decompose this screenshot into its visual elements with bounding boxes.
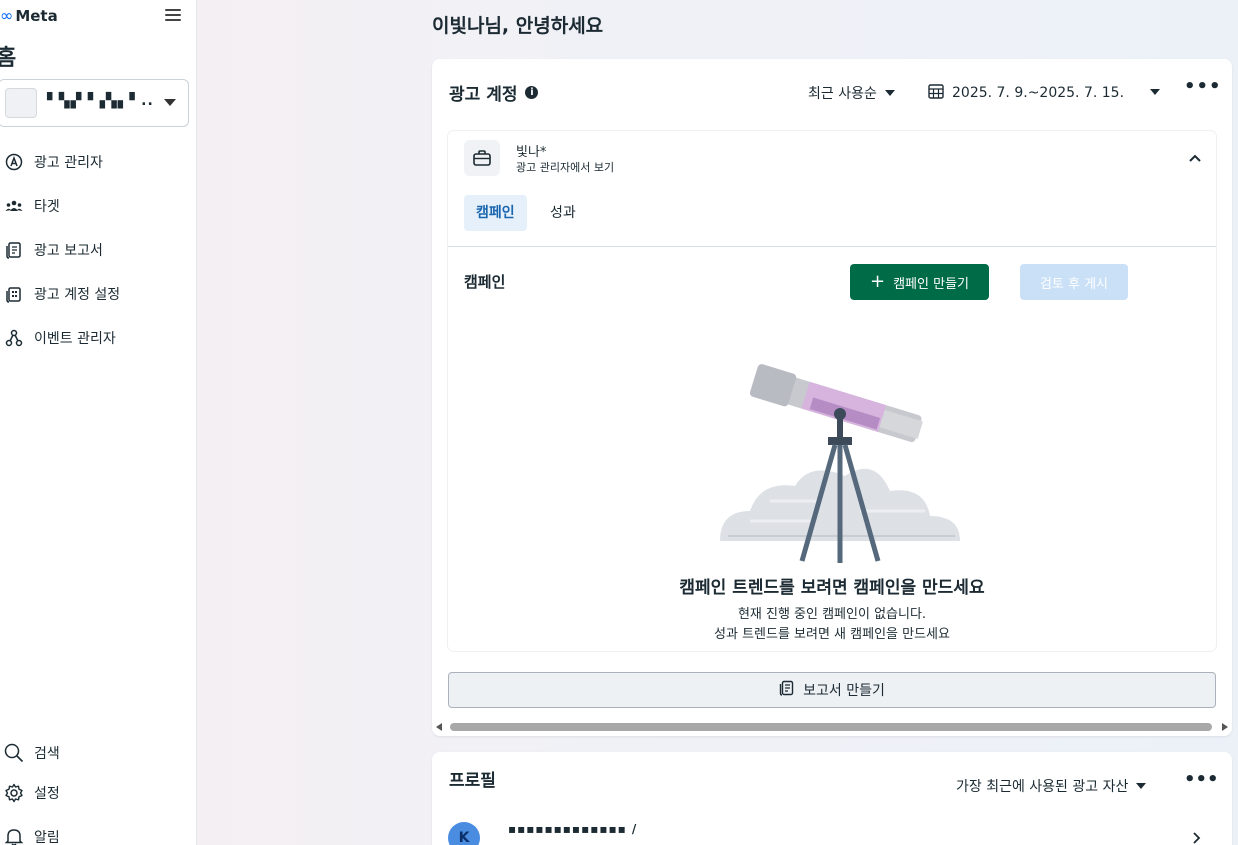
sidebar-item-events-manager[interactable]: 이벤트 관리자 [4,326,116,350]
sidebar-item-label: 광고 보고서 [34,243,103,259]
greeting: 이빛나님, 안녕하세요 [432,15,604,37]
meta-infinity-icon: ∞ [0,6,14,25]
account-settings-icon [4,284,24,304]
scroll-right-icon[interactable] [1222,723,1228,731]
plus-icon: + [870,271,886,292]
caret-down-icon [884,90,895,96]
ads-manager-icon [4,152,24,172]
asset-dropdown-label: 가장 최근에 사용된 광고 자산 [956,779,1129,795]
sidebar-item-label: 설정 [34,786,60,802]
sidebar-item-settings[interactable]: 설정 [4,781,60,805]
events-manager-icon [4,328,24,348]
sidebar-item-label: 타겟 [34,199,60,215]
create-campaign-label: 캠페인 만들기 [893,276,969,292]
sidebar-item-search[interactable]: 검색 [4,741,60,765]
sidebar-item-label: 알림 [34,830,60,845]
view-in-ads-manager-link[interactable]: 광고 관리자에서 보기 [516,159,614,175]
sidebar-item-account-settings[interactable]: 광고 계정 설정 [4,282,120,306]
create-report-label: 보고서 만들기 [803,683,885,699]
date-range-label: 2025. 7. 9.~2025. 7. 15. [952,85,1125,101]
account-panel: 빛나* 광고 관리자에서 보기 캠페인 성과 캠페인 + 캠페인 만들기 검토 … [448,131,1216,651]
page-title: 홈 [0,46,17,71]
account-thumbnail [5,88,37,118]
scroll-left-icon[interactable] [436,723,442,731]
date-caret-down-icon[interactable] [1150,89,1160,95]
sidebar-item-audience[interactable]: 타겟 [4,194,60,218]
bell-icon [4,827,24,845]
asset-dropdown[interactable]: 가장 최근에 사용된 광고 자산 [956,776,1147,796]
empty-state-title: 캠페인 트렌드를 보려면 캠페인을 만드세요 [679,578,985,598]
briefcase-icon [464,140,500,176]
chevron-right-icon[interactable] [1192,830,1202,845]
brand-name: Meta [15,7,58,25]
audience-icon [4,196,24,216]
account-name: 빛나* [516,145,547,160]
profile-card: 프로필 가장 최근에 사용된 광고 자산 ••• K ▪▪▪▪▪▪▪▪▪▪▪▪▪… [432,752,1232,845]
more-options-button[interactable]: ••• [1184,771,1219,789]
empty-state-line2: 성과 트렌드를 보려면 새 캠페인을 만드세요 [714,627,950,642]
date-range-picker[interactable]: 2025. 7. 9.~2025. 7. 15. [928,83,1124,103]
sidebar-item-label: 이벤트 관리자 [34,331,116,347]
create-report-button[interactable]: 보고서 만들기 [448,672,1216,708]
search-icon [4,743,24,763]
sort-dropdown[interactable]: 최근 사용순 [808,83,895,103]
card-title: 광고 계정 i [449,80,539,105]
report-icon [4,240,24,260]
review-publish-button[interactable]: 검토 후 게시 [1020,264,1128,300]
section-title: 캠페인 [464,273,506,291]
tab-performance[interactable]: 성과 [538,195,588,231]
sort-dropdown-label: 최근 사용순 [808,86,877,102]
chevron-up-icon[interactable] [1188,148,1202,167]
caret-down-icon [1136,783,1147,789]
ad-accounts-card: 광고 계정 i 최근 사용순 2025. 7. 9.~2025. 7. 15. … [432,59,1232,736]
account-selector-name: ▘▚▞▝▗▚▖▘.. [47,93,154,109]
sidebar-item-label: 광고 계정 설정 [34,287,121,303]
sidebar-item-ad-reports[interactable]: 광고 보고서 [4,238,103,262]
gear-icon [4,783,24,803]
empty-state-line1: 현재 진행 중인 캠페인이 없습니다. [737,607,927,622]
report-icon [779,680,795,700]
divider [448,246,1216,247]
account-selector[interactable]: ▘▚▞▝▗▚▖▘.. [0,79,189,127]
menu-icon[interactable] [163,6,183,26]
sidebar-item-label: 검색 [34,746,60,762]
create-campaign-button[interactable]: + 캠페인 만들기 [850,264,989,300]
caret-down-icon [164,99,176,106]
sidebar-item-notifications[interactable]: 알림 [4,825,60,845]
calendar-icon [928,83,944,103]
profile-title: 프로필 [449,771,496,791]
tab-campaigns[interactable]: 캠페인 [464,195,527,231]
horizontal-scrollbar[interactable] [436,720,1228,734]
profile-name[interactable]: ▪▪▪▪▪▪▪▪▪▪▪▪▪ / [508,822,637,836]
meta-logo[interactable]: ∞ Meta [0,6,58,26]
sidebar-item-ads-manager[interactable]: 광고 관리자 [4,150,103,174]
sidebar-item-label: 광고 관리자 [34,155,103,171]
more-options-button[interactable]: ••• [1184,78,1221,100]
avatar: K [448,822,480,845]
info-icon[interactable]: i [525,86,539,99]
sidebar: ∞ Meta 홈 ▘▚▞▝▗▚▖▘.. 광고 관리자 타겟 광고 보고서 광고 … [0,0,197,845]
ad-accounts-title: 광고 계정 [449,85,518,105]
telescope-illustration [710,361,970,575]
scrollbar-thumb[interactable] [450,723,1212,731]
